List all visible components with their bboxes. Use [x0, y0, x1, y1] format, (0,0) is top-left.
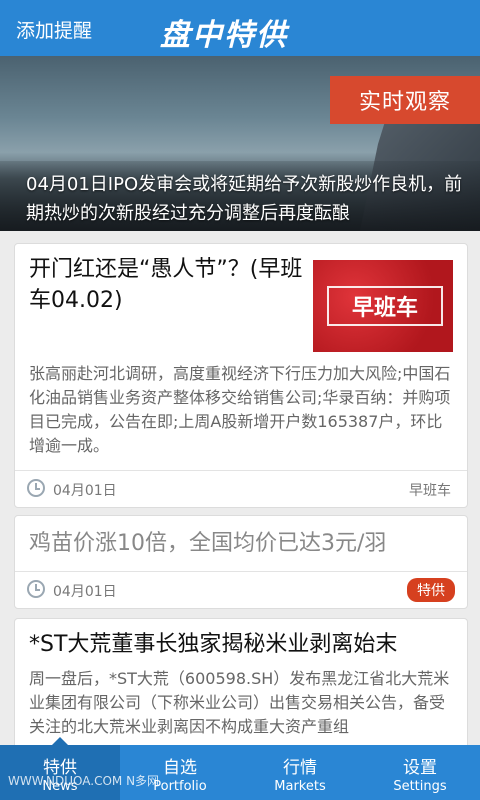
watermark: WWW.NDUOA.COM N多网	[8, 774, 160, 788]
live-observation-badge[interactable]: 实时观察	[330, 76, 480, 124]
tab-settings[interactable]: 设置 Settings	[360, 745, 480, 800]
article-summary: 周一盘后，*ST大荒（600598.SH）发布黑龙江省北大荒米业集团有限公司（下…	[29, 669, 450, 736]
clock-icon	[27, 580, 45, 598]
article-card[interactable]: 开门红还是“愚人节”？(早班车04.02) 早班车 张高丽赴河北调研，高度重视经…	[14, 243, 468, 508]
tab-sublabel: Markets	[274, 779, 326, 794]
thumbnail-label: 早班车	[327, 286, 443, 326]
article-thumbnail: 早班车	[313, 260, 453, 352]
active-tab-indicator	[52, 737, 68, 745]
hero-caption: 04月01日IPO发审会或将延期给予次新股炒作良机，前期热炒的次新股经过充分调整…	[26, 174, 463, 224]
clock-icon	[27, 479, 45, 497]
article-category: 早班车	[409, 483, 451, 499]
special-tag-badge: 特供	[407, 578, 455, 602]
top-bar: 添加提醒 盘中特供	[0, 0, 480, 56]
article-title: 鸡苗价涨10倍，全国均价已达3元/羽	[29, 531, 387, 556]
article-card[interactable]: 鸡苗价涨10倍，全国均价已达3元/羽 04月01日 特供	[14, 515, 468, 609]
tab-markets[interactable]: 行情 Markets	[240, 745, 360, 800]
article-card[interactable]: *ST大荒董事长独家揭秘米业剥离始末 周一盘后，*ST大荒（600598.SH）…	[14, 618, 468, 759]
article-footer: 04月01日 特供	[15, 571, 467, 608]
article-summary: 张高丽赴河北调研，高度重视经济下行压力加大风险;中国石化油品销售业务资产整体移交…	[29, 364, 451, 455]
article-footer: 04月01日 早班车	[15, 470, 467, 507]
app-logo: 盘中特供	[160, 18, 288, 53]
article-date: 04月01日	[53, 584, 117, 600]
add-reminder-button[interactable]: 添加提醒	[16, 16, 92, 43]
hero-banner[interactable]: 实时观察 04月01日IPO发审会或将延期给予次新股炒作良机，前期热炒的次新股经…	[0, 56, 480, 231]
tab-label: 行情	[283, 758, 317, 778]
article-date: 04月01日	[53, 483, 117, 499]
tab-label: 设置	[403, 758, 437, 778]
article-title: *ST大荒董事长独家揭秘米业剥离始末	[29, 632, 398, 657]
article-title: 开门红还是“愚人节”？(早班车04.02)	[29, 257, 303, 313]
tab-sublabel: Settings	[393, 779, 447, 794]
